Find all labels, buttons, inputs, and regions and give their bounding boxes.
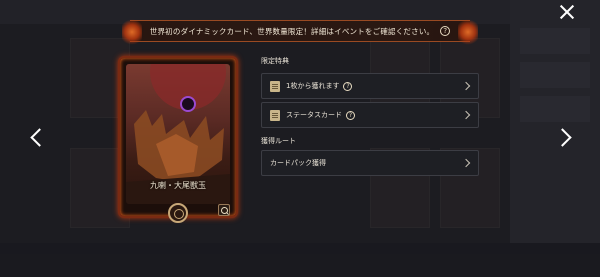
bonus-row[interactable]: 1枚から獲れます ? [261, 73, 479, 99]
chevron-right-icon[interactable] [556, 127, 572, 149]
chevron-right-icon [461, 158, 471, 168]
bonus-row[interactable]: ステータスカード ? [261, 102, 479, 128]
zoom-icon[interactable] [218, 204, 230, 216]
promo-banner: 世界初のダイナミックカード、世界数量限定！詳細はイベントをご確認ください。 ? [122, 17, 478, 47]
banner-text: 世界初のダイナミックカード、世界数量限定！詳細はイベントをご確認ください。 [149, 26, 435, 36]
limited-bonus-heading: 限定特典 [261, 57, 289, 65]
help-icon[interactable]: ? [343, 81, 353, 91]
dynamic-card[interactable]: 九喇・大尾獣玉 [118, 56, 238, 223]
chevron-right-icon [461, 110, 471, 120]
chevron-right-icon [461, 81, 471, 91]
scroll-icon [270, 109, 280, 121]
help-icon[interactable]: ? [440, 26, 451, 36]
acquisition-heading: 獲得ルート [261, 137, 296, 145]
bonus-row-label: ステータスカード [286, 111, 342, 119]
acquisition-row[interactable]: カードパック獲得 [261, 150, 479, 176]
scroll-icon [270, 80, 280, 92]
bonus-row-label: 1枚から獲れます [286, 82, 340, 90]
card-emblem-icon [168, 203, 188, 223]
chevron-left-icon[interactable] [28, 127, 44, 149]
close-icon[interactable] [558, 3, 576, 21]
help-icon[interactable]: ? [346, 110, 355, 120]
acquisition-row-label: カードパック獲得 [270, 159, 326, 167]
card-name: 九喇・大尾獣玉 [150, 181, 206, 190]
